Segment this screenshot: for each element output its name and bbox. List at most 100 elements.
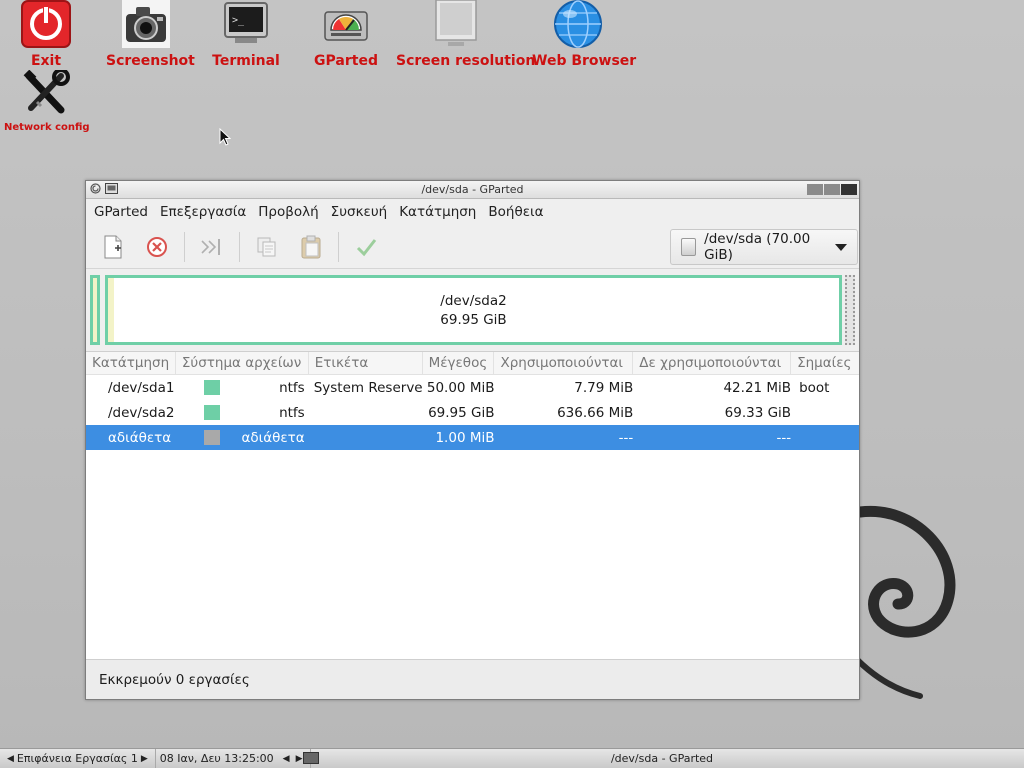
desktop-icon-gparted[interactable]: GParted — [306, 0, 386, 70]
table-row[interactable]: /dev/sda2 ntfs 69.95 GiB 636.66 MiB 69.33 Gi… — [86, 400, 859, 425]
column-size[interactable]: Μέγεθος — [423, 352, 495, 374]
cell-size: 69.95 GiB — [428, 404, 495, 421]
column-flags[interactable]: Σημαίες — [791, 352, 859, 374]
desktop-icon-label: Exit — [30, 53, 62, 69]
map-partition-sda2[interactable]: /dev/sda2 69.95 GiB — [105, 275, 842, 345]
window-titlebar[interactable]: /dev/sda - GParted — [86, 181, 859, 199]
mouse-cursor-icon — [219, 128, 231, 146]
table-row[interactable]: αδιάθετα αδιάθετα 1.00 MiB --- --- — [86, 425, 859, 450]
device-selector-label: /dev/sda (70.00 GiB) — [704, 231, 811, 263]
status-bar: Εκκρεμούν 0 εργασίες — [86, 659, 859, 699]
desktop-icon-web-browser[interactable]: Web Browser — [532, 0, 637, 70]
monitor-icon — [435, 0, 477, 49]
menu-view[interactable]: Προβολή — [252, 204, 324, 220]
minimize-button[interactable] — [807, 184, 823, 195]
toolbar-separator — [239, 231, 240, 262]
toolbar-separator — [338, 231, 339, 262]
desktop-icon-network-config[interactable]: Network config — [4, 70, 90, 136]
desktop-icon-exit[interactable]: Exit — [14, 0, 78, 70]
desktop-icon-label: Web Browser — [532, 53, 637, 69]
maximize-button[interactable] — [824, 184, 840, 195]
delete-button[interactable] — [140, 230, 174, 264]
cell-unused: 69.33 GiB — [724, 404, 792, 421]
svg-text:>_: >_ — [232, 15, 245, 26]
desktop-icon-label: Screenshot — [106, 53, 195, 69]
cell-used: 636.66 MiB — [557, 404, 634, 421]
menu-device[interactable]: Συσκευή — [325, 204, 394, 220]
map-partition-size: 69.95 GiB — [440, 312, 507, 328]
device-selector[interactable]: /dev/sda (70.00 GiB) — [670, 229, 858, 265]
tools-icon — [23, 70, 70, 114]
copy-icon — [257, 237, 276, 256]
pending-operations: Εκκρεμούν 0 εργασίες — [99, 672, 250, 688]
map-partition-sda1[interactable] — [90, 275, 100, 345]
map-unallocated[interactable] — [845, 275, 855, 345]
filesystem-color-swatch — [203, 380, 220, 395]
filesystem-name: ntfs — [279, 379, 305, 396]
desktop-icon-label: Screen resolution — [396, 53, 536, 69]
cell-label: System Reserved — [313, 379, 423, 396]
cell-used: --- — [618, 429, 634, 446]
clock-label: 08 Ιαν, Δευ 13:25:00 — [159, 752, 274, 765]
cell-filesystem: ntfs — [176, 380, 309, 396]
copy-button[interactable] — [250, 230, 284, 264]
column-used[interactable]: Χρησιμοποιούνται — [494, 352, 634, 374]
menu-edit[interactable]: Επεξεργασία — [154, 204, 252, 220]
menubar: GParted Επεξεργασία Προβολή Συσκευή Κατά… — [86, 199, 859, 225]
filesystem-name: αδιάθετα — [241, 429, 305, 446]
menu-partition[interactable]: Κατάτμηση — [393, 204, 482, 220]
filesystem-color-swatch — [203, 405, 220, 420]
delete-icon — [147, 236, 167, 257]
gparted-window: /dev/sda - GParted GParted Επεξεργασία Π… — [85, 180, 860, 700]
disk-map: /dev/sda2 69.95 GiB — [86, 269, 859, 351]
filesystem-name: ntfs — [279, 404, 305, 421]
filesystem-color-swatch — [203, 430, 220, 445]
power-icon — [21, 0, 71, 48]
workspace-switcher[interactable]: ◀ Επιφάνεια Εργασίας 1 ▶ — [0, 749, 156, 768]
cell-unused: 42.21 MiB — [723, 379, 792, 396]
desktop-icon-label: GParted — [314, 53, 378, 69]
new-partition-button[interactable] — [96, 230, 130, 264]
cell-filesystem: αδιάθετα — [176, 430, 309, 446]
arrow-right-icon[interactable]: ▶ — [138, 754, 151, 764]
taskbar: ◀ Επιφάνεια Εργασίας 1 ▶ 08 Ιαν, Δευ 13:… — [0, 748, 1024, 768]
menu-gparted[interactable]: GParted — [88, 204, 154, 220]
table-row[interactable]: /dev/sda1 ntfs System Reserved 50.00 MiB 7.7… — [86, 375, 859, 400]
cell-size: 50.00 MiB — [426, 379, 495, 396]
column-label[interactable]: Ετικέτα — [309, 352, 423, 374]
table-body: /dev/sda1 ntfs System Reserved 50.00 MiB 7.7… — [86, 375, 859, 450]
cell-size: 1.00 MiB — [435, 429, 495, 446]
column-partition[interactable]: Κατάτμηση — [86, 352, 176, 374]
chevron-down-icon — [835, 243, 847, 251]
workspace-label: Επιφάνεια Εργασίας 1 — [16, 752, 138, 765]
window-title: /dev/sda - GParted — [421, 183, 524, 196]
resize-move-icon — [201, 238, 220, 255]
cell-partition: /dev/sda2 — [108, 404, 175, 421]
taskbar-task-gparted[interactable]: /dev/sda - GParted — [300, 749, 1024, 768]
desktop-icon-terminal[interactable]: >_ Terminal — [206, 0, 286, 70]
arrow-left-icon[interactable]: ◀ — [4, 754, 17, 764]
desktop-icon-label: Network config — [4, 122, 90, 133]
column-filesystem[interactable]: Σύστημα αρχείων — [176, 352, 309, 374]
window-menu-icon[interactable] — [90, 183, 101, 194]
clock[interactable]: 08 Ιαν, Δευ 13:25:00 ◀ ▶ — [156, 749, 311, 768]
cell-unused: --- — [776, 429, 792, 446]
menu-help[interactable]: Βοήθεια — [482, 204, 549, 220]
paste-icon — [301, 235, 321, 258]
close-button[interactable] — [841, 184, 857, 195]
desktop-icon-screen-resolution[interactable]: Screen resolution — [396, 0, 536, 70]
table-header: Κατάτμηση Σύστημα αρχείων Ετικέτα Μέγεθο… — [86, 352, 859, 375]
paste-button[interactable] — [294, 230, 328, 264]
globe-icon — [554, 0, 602, 48]
cell-flags: boot — [799, 379, 830, 396]
partition-table: Κατάτμηση Σύστημα αρχείων Ετικέτα Μέγεθο… — [86, 351, 859, 660]
toolbar-separator — [184, 231, 185, 262]
app-icon — [303, 752, 319, 764]
resize-move-button[interactable] — [195, 230, 229, 264]
column-unused[interactable]: Δε χρησιμοποιούνται — [633, 352, 792, 374]
arrow-left-icon[interactable]: ◀ — [280, 754, 293, 764]
desktop-icon-screenshot[interactable]: Screenshot — [106, 0, 195, 70]
camera-icon — [122, 0, 170, 48]
apply-button[interactable] — [349, 230, 383, 264]
terminal-icon: >_ — [224, 2, 268, 43]
